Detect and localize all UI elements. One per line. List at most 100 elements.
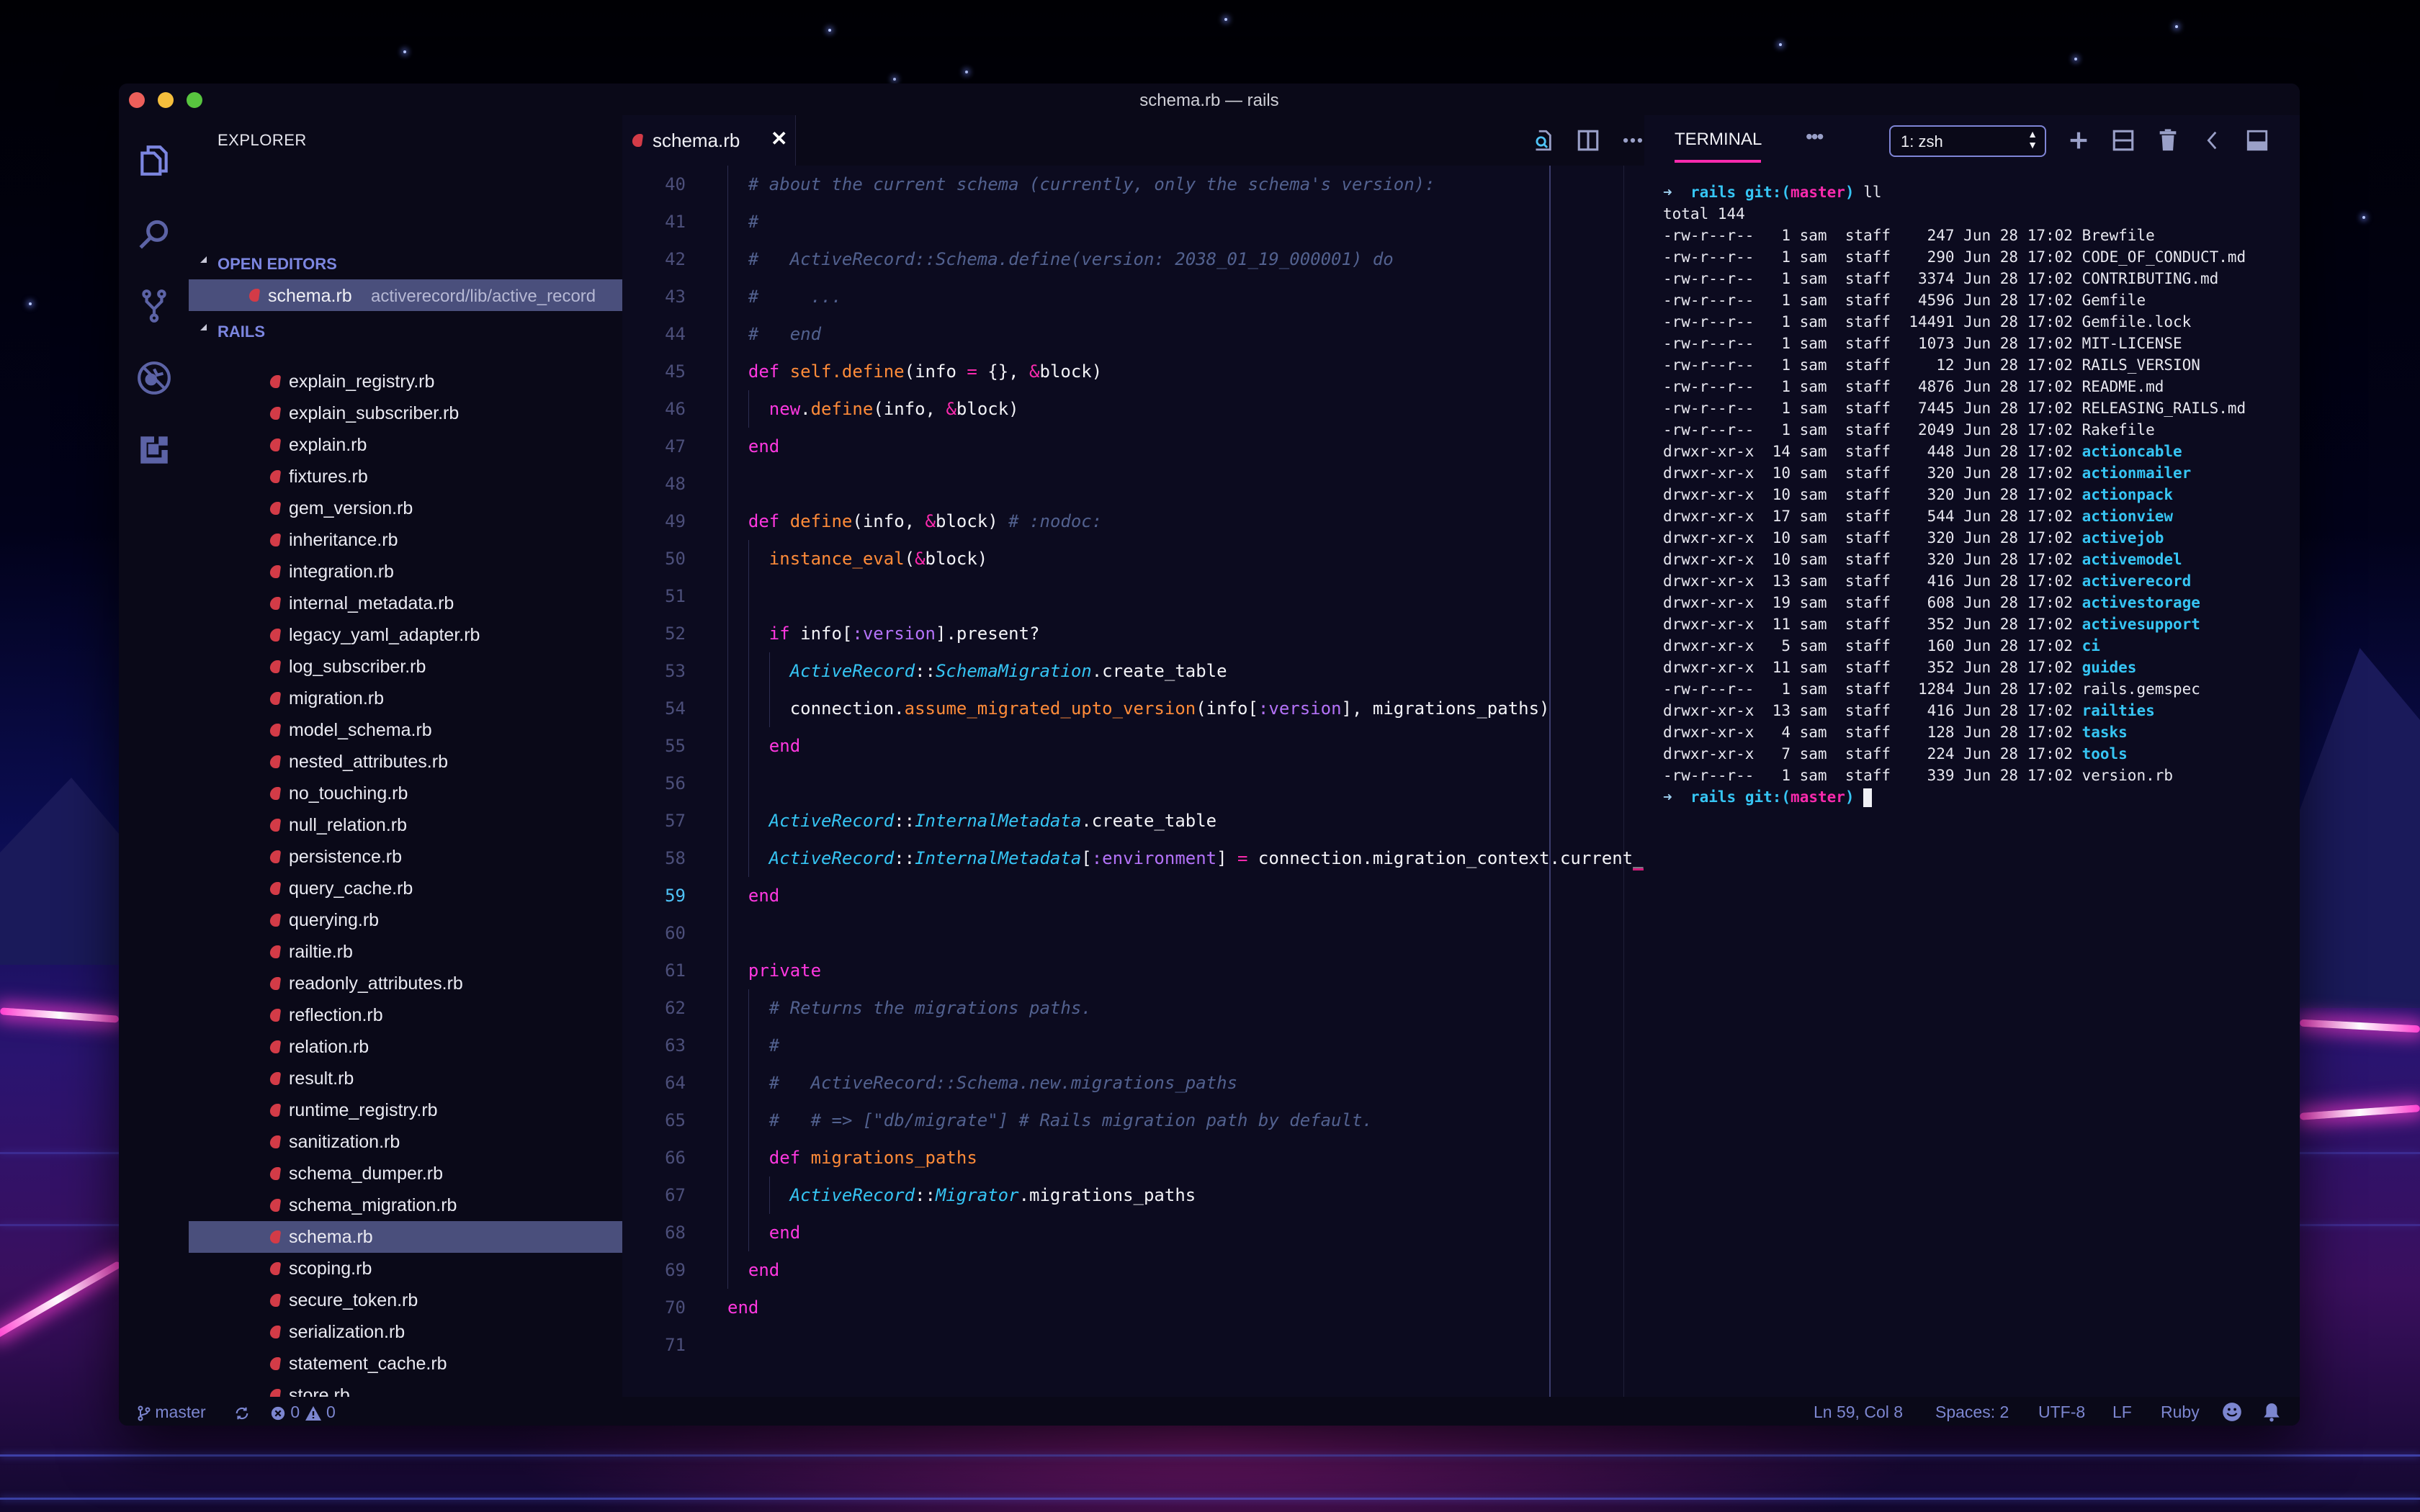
file-item[interactable]: fixtures.rb	[189, 461, 622, 492]
file-item[interactable]: gem_version.rb	[189, 492, 622, 524]
file-item[interactable]: explain.rb	[189, 429, 622, 461]
branch-indicator[interactable]: master	[138, 1403, 206, 1422]
file-item[interactable]: schema.rb	[189, 1221, 622, 1253]
code-token: def	[748, 511, 790, 531]
encoding[interactable]: UTF-8	[2038, 1403, 2085, 1422]
close-tab-icon[interactable]: ✕	[771, 127, 787, 150]
code-token: # ActiveRecord::Schema.define(version: 2…	[748, 249, 1394, 269]
file-item[interactable]: serialization.rb	[189, 1316, 622, 1348]
open-changes-icon[interactable]	[1530, 128, 1554, 153]
cursor-position[interactable]: Ln 59, Col 8	[1814, 1403, 1903, 1422]
grid-line	[0, 1454, 2420, 1457]
file-item[interactable]: result.rb	[189, 1063, 622, 1094]
neon-streak	[0, 1260, 122, 1339]
code-token: instance_eval	[768, 549, 905, 569]
notifications-bell-icon[interactable]	[2262, 1401, 2281, 1422]
terminal-line: -rw-r--r-- 1 sam staff 7445 Jun 28 17:02…	[1663, 397, 2285, 419]
file-name: migration.rb	[289, 688, 384, 708]
collapse-icon[interactable]	[2200, 128, 2225, 153]
file-item[interactable]: no_touching.rb	[189, 778, 622, 809]
file-item[interactable]: readonly_attributes.rb	[189, 968, 622, 999]
prompt-command: ll	[1863, 184, 1882, 201]
file-item[interactable]: query_cache.rb	[189, 873, 622, 904]
file-item[interactable]: migration.rb	[189, 683, 622, 714]
file-item[interactable]: persistence.rb	[189, 841, 622, 873]
code-editor[interactable]: 40 # about the current schema (currently,…	[622, 166, 1644, 1397]
tab-label: schema.rb	[653, 130, 740, 151]
file-item[interactable]: scoping.rb	[189, 1253, 622, 1284]
indent-guide	[727, 1176, 728, 1214]
terminal-line: -rw-r--r-- 1 sam staff 339 Jun 28 17:02 …	[1663, 765, 2285, 786]
file-item[interactable]: reflection.rb	[189, 999, 622, 1031]
source-control-icon[interactable]	[136, 288, 172, 324]
file-item[interactable]: schema_migration.rb	[189, 1189, 622, 1221]
file-name: integration.rb	[289, 562, 394, 582]
terminal-cursor	[1863, 788, 1873, 807]
file-meta: -rw-r--r-- 1 sam staff 14491 Jun 28 17:0…	[1663, 313, 2082, 330]
tab-terminal[interactable]: TERMINAL	[1675, 130, 1762, 150]
feedback-smiley-icon[interactable]	[2222, 1401, 2242, 1422]
more-icon[interactable]: •••	[1806, 125, 1824, 148]
split-editor-icon[interactable]	[1576, 128, 1600, 153]
file-item[interactable]: sanitization.rb	[189, 1126, 622, 1158]
language-mode[interactable]: Ruby	[2161, 1403, 2200, 1422]
terminal-select[interactable]: 1: zsh ▲ ▼	[1889, 125, 2046, 157]
file-item[interactable]: explain_subscriber.rb	[189, 397, 622, 429]
file-item[interactable]: secure_token.rb	[189, 1284, 622, 1316]
terminal-output[interactable]: ➜ rails git:(master) ll total 144 -rw-r--r…	[1663, 181, 2285, 808]
file-item[interactable]: nested_attributes.rb	[189, 746, 622, 778]
search-icon[interactable]	[136, 216, 172, 252]
file-item[interactable]: internal_metadata.rb	[189, 588, 622, 619]
terminal-line: ➜ rails git:(master)	[1663, 786, 2285, 808]
file-item[interactable]: relation.rb	[189, 1031, 622, 1063]
file-item[interactable]: integration.rb	[189, 556, 622, 588]
star	[2362, 216, 2365, 219]
line-ending[interactable]: LF	[2112, 1403, 2132, 1422]
file-name: Gemfile.lock	[2081, 313, 2192, 330]
indentation[interactable]: Spaces: 2	[1935, 1403, 2009, 1422]
title-bar: schema.rb — rails	[119, 84, 2300, 115]
code-line: 46 new.define(info, &block)	[622, 390, 1644, 428]
tab-schema-rb[interactable]: schema.rb ✕	[622, 115, 796, 166]
file-item[interactable]: legacy_yaml_adapter.rb	[189, 619, 622, 651]
terminal-line: -rw-r--r-- 1 sam staff 1284 Jun 28 17:02…	[1663, 678, 2285, 700]
new-terminal-icon[interactable]	[2066, 128, 2091, 153]
file-item[interactable]: railtie.rb	[189, 936, 622, 968]
file-item[interactable]: model_schema.rb	[189, 714, 622, 746]
file-item[interactable]: explain_registry.rb	[189, 366, 622, 397]
star	[29, 302, 32, 305]
debug-icon[interactable]	[136, 360, 172, 396]
more-actions-icon[interactable]	[1621, 128, 1645, 153]
file-item[interactable]: querying.rb	[189, 904, 622, 936]
code-token: define	[810, 399, 874, 419]
code-token: end	[748, 886, 780, 906]
open-editor-name: schema.rb	[268, 286, 352, 306]
file-item[interactable]: runtime_registry.rb	[189, 1094, 622, 1126]
file-meta: drwxr-xr-x 5 sam staff 160 Jun 28 17:02	[1663, 637, 2082, 654]
star	[2074, 58, 2077, 60]
indent-guide	[727, 203, 728, 240]
open-editor-item[interactable]: schema.rb activerecord/lib/active_record	[189, 279, 622, 311]
indent-guide	[727, 465, 728, 503]
file-item[interactable]: log_subscriber.rb	[189, 651, 622, 683]
split-terminal-icon[interactable]	[2111, 128, 2136, 153]
maximize-panel-icon[interactable]	[2245, 128, 2269, 153]
file-item[interactable]: schema_dumper.rb	[189, 1158, 622, 1189]
file-item[interactable]: store.rb	[189, 1380, 622, 1397]
explorer-icon[interactable]	[136, 143, 172, 179]
code-token: SchemaMigration	[935, 661, 1092, 681]
open-editor-path: activerecord/lib/active_record	[371, 287, 596, 306]
rails-folder-header[interactable]: RAILS	[189, 318, 622, 344]
line-number: 48	[665, 474, 686, 494]
code-token: block)	[925, 549, 988, 569]
problems-indicator[interactable]: 0 0	[270, 1403, 336, 1422]
extensions-icon[interactable]	[136, 432, 172, 468]
line-number: 61	[665, 960, 686, 981]
sync-icon[interactable]	[234, 1403, 250, 1422]
open-editors-header[interactable]: OPEN EDITORS	[189, 251, 622, 276]
file-item[interactable]: null_relation.rb	[189, 809, 622, 841]
file-item[interactable]: statement_cache.rb	[189, 1348, 622, 1380]
file-meta: -rw-r--r-- 1 sam staff 1284 Jun 28 17:02	[1663, 680, 2082, 698]
kill-terminal-icon[interactable]	[2156, 128, 2180, 153]
file-item[interactable]: inheritance.rb	[189, 524, 622, 556]
